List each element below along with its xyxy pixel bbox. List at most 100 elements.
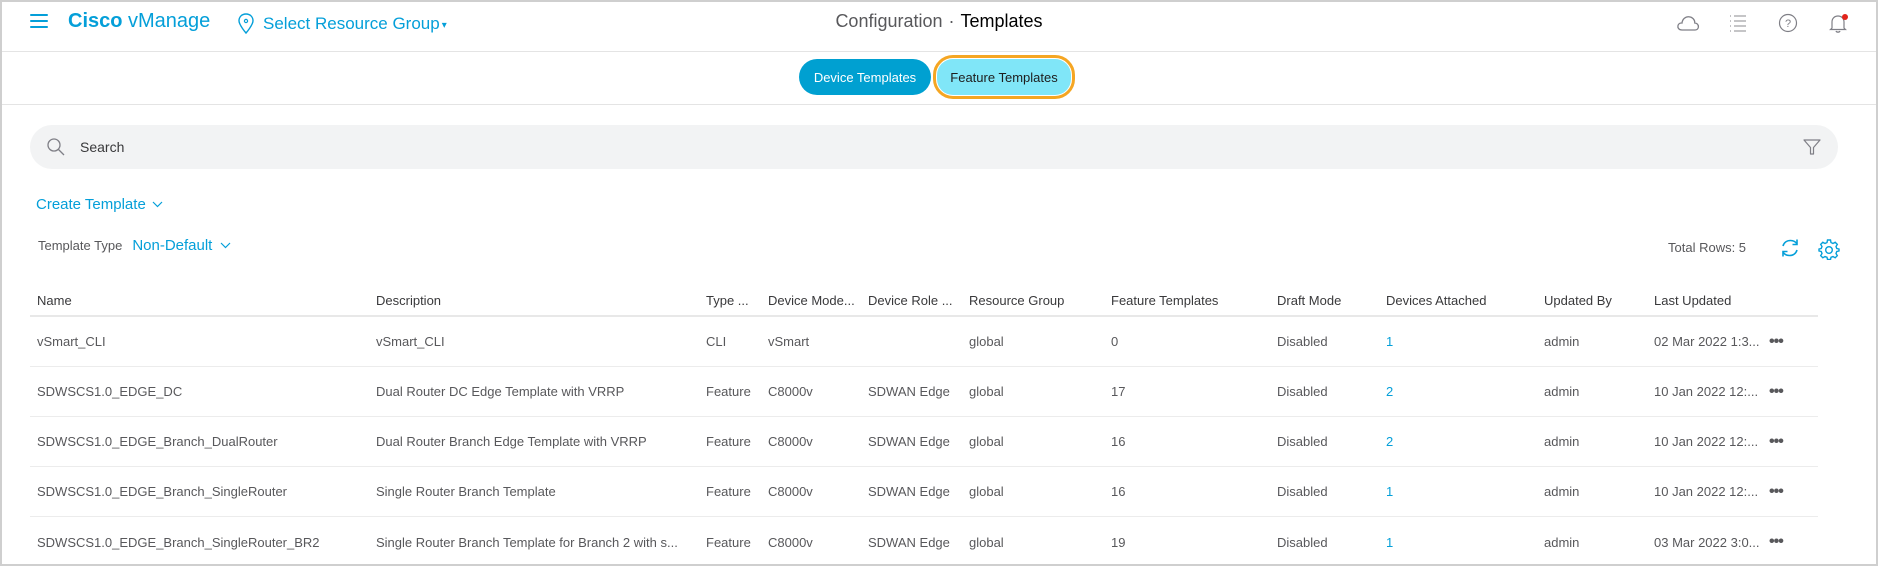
notification-dot: [1842, 14, 1848, 20]
top-header: Cisco vManage Select Resource Group ▾ Co…: [2, 2, 1876, 52]
devices-attached-link[interactable]: 2: [1379, 384, 1537, 399]
page-title: Templates: [960, 11, 1043, 31]
more-actions-icon[interactable]: •••: [1762, 533, 1792, 551]
header-icons: ?: [1676, 12, 1850, 34]
cell-last-updated: 10 Jan 2022 12:...: [1654, 434, 1759, 449]
help-icon[interactable]: ?: [1776, 12, 1800, 34]
cell-description: vSmart_CLI: [376, 334, 445, 349]
breadcrumb-separator: ·: [948, 11, 955, 31]
cell-updated-by: admin: [1544, 484, 1580, 499]
cell-draft-mode: Disabled: [1277, 384, 1328, 399]
templates-table: Name Description Type ... Device Mode...…: [30, 285, 1818, 566]
devices-attached-link[interactable]: 1: [1379, 535, 1537, 550]
column-header-feature-templates[interactable]: Feature Templates: [1104, 293, 1270, 308]
breadcrumb: Configuration · Templates: [2, 11, 1876, 32]
column-header-devices-attached[interactable]: Devices Attached: [1379, 293, 1537, 308]
cell-draft-mode: Disabled: [1277, 334, 1328, 349]
cell-updated-by: admin: [1544, 534, 1580, 550]
cell-last-updated: 03 Mar 2022 3:0...: [1654, 534, 1760, 550]
devices-attached-link[interactable]: 2: [1379, 434, 1537, 449]
cell-resource-group: global: [969, 534, 1004, 550]
more-actions-icon[interactable]: •••: [1762, 433, 1792, 451]
more-actions-icon[interactable]: •••: [1762, 333, 1792, 351]
cell-device-model: C8000v: [768, 434, 813, 449]
refresh-icon[interactable]: [1779, 237, 1801, 259]
cell-draft-mode: Disabled: [1277, 484, 1328, 499]
cell-updated-by: admin: [1544, 334, 1580, 349]
cell-resource-group: global: [969, 484, 1004, 499]
cell-feature-templates: 17: [1111, 384, 1126, 399]
cloud-icon[interactable]: [1676, 12, 1700, 34]
template-type-filter: Template Type Non-Default: [38, 237, 231, 254]
create-template-dropdown[interactable]: Create Template: [36, 196, 163, 213]
table-row[interactable]: SDWSCS1.0_EDGE_Branch_SingleRouter Singl…: [30, 467, 1818, 517]
column-header-draft-mode[interactable]: Draft Mode: [1270, 293, 1379, 308]
cell-type: Feature: [706, 484, 751, 499]
cell-feature-templates: 16: [1111, 484, 1126, 499]
tabs-bar: Device Templates Feature Templates: [2, 52, 1876, 105]
cell-name: SDWSCS1.0_EDGE_DC: [37, 384, 183, 399]
notification-bell-icon[interactable]: [1826, 12, 1850, 34]
cell-last-updated: 10 Jan 2022 12:...: [1654, 484, 1759, 499]
svg-text:?: ?: [1785, 18, 1791, 30]
cell-feature-templates: 16: [1111, 434, 1126, 449]
cell-device-model: C8000v: [768, 384, 813, 399]
template-type-select[interactable]: Non-Default: [132, 237, 231, 254]
task-list-icon[interactable]: [1726, 12, 1750, 34]
cell-description: Dual Router Branch Edge Template with VR…: [376, 434, 647, 449]
cell-last-updated: 10 Jan 2022 12:...: [1654, 384, 1759, 399]
search-input[interactable]: [80, 139, 1730, 155]
cell-type: Feature: [706, 434, 751, 449]
cell-name: SDWSCS1.0_EDGE_Branch_DualRouter: [37, 434, 278, 449]
more-actions-icon[interactable]: •••: [1762, 483, 1792, 501]
search-bar: [30, 125, 1838, 169]
table-row[interactable]: vSmart_CLI vSmart_CLI CLI vSmart global …: [30, 317, 1818, 367]
template-type-label: Template Type: [38, 238, 123, 253]
cell-type: CLI: [706, 334, 727, 349]
column-header-type[interactable]: Type ...: [699, 293, 761, 308]
cell-description: Single Router Branch Template for Branch…: [376, 534, 678, 550]
cell-last-updated: 02 Mar 2022 1:3...: [1654, 334, 1760, 349]
column-header-description[interactable]: Description: [369, 293, 699, 308]
cell-device-model: C8000v: [768, 534, 813, 550]
table-header: Name Description Type ... Device Mode...…: [30, 285, 1818, 317]
column-header-resource-group[interactable]: Resource Group: [962, 293, 1104, 308]
table-row[interactable]: SDWSCS1.0_EDGE_DC Dual Router DC Edge Te…: [30, 367, 1818, 417]
cell-description: Single Router Branch Template: [376, 484, 556, 499]
settings-gear-icon[interactable]: [1818, 238, 1840, 260]
cell-resource-group: global: [969, 384, 1004, 399]
cell-updated-by: admin: [1544, 384, 1580, 399]
breadcrumb-parent: Configuration: [835, 11, 943, 31]
template-tabs: Device Templates Feature Templates: [799, 55, 1075, 99]
cell-name: vSmart_CLI: [37, 334, 106, 349]
table-row[interactable]: SDWSCS1.0_EDGE_Branch_SingleRouter_BR2 S…: [30, 517, 1818, 566]
cell-device-role: SDWAN Edge: [868, 434, 950, 449]
search-icon: [47, 138, 65, 156]
tab-feature-templates[interactable]: Feature Templates: [933, 55, 1075, 99]
chevron-down-icon: [220, 242, 231, 249]
cell-type: Feature: [706, 534, 751, 550]
cell-type: Feature: [706, 384, 751, 399]
cell-device-model: C8000v: [768, 484, 813, 499]
cell-name: SDWSCS1.0_EDGE_Branch_SingleRouter: [37, 484, 288, 499]
cell-device-role: SDWAN Edge: [868, 384, 950, 399]
cell-device-role: SDWAN Edge: [868, 534, 950, 550]
cell-draft-mode: Disabled: [1277, 434, 1328, 449]
column-header-name[interactable]: Name: [30, 293, 369, 308]
cell-resource-group: global: [969, 434, 1004, 449]
tab-device-templates[interactable]: Device Templates: [799, 59, 931, 95]
cell-updated-by: admin: [1544, 434, 1580, 449]
column-header-updated-by[interactable]: Updated By: [1537, 293, 1647, 308]
cell-resource-group: global: [969, 334, 1004, 349]
cell-name: SDWSCS1.0_EDGE_Branch_SingleRouter_BR2: [37, 534, 320, 550]
column-header-last-updated[interactable]: Last Updated: [1647, 293, 1762, 308]
devices-attached-link[interactable]: 1: [1379, 334, 1537, 349]
column-header-device-model[interactable]: Device Mode...: [761, 293, 861, 308]
more-actions-icon[interactable]: •••: [1762, 383, 1792, 401]
devices-attached-link[interactable]: 1: [1379, 484, 1537, 499]
table-row[interactable]: SDWSCS1.0_EDGE_Branch_DualRouter Dual Ro…: [30, 417, 1818, 467]
filter-icon[interactable]: [1802, 137, 1822, 157]
template-type-value: Non-Default: [132, 237, 213, 254]
column-header-device-role[interactable]: Device Role ...: [861, 293, 962, 308]
total-rows: Total Rows: 5: [1668, 240, 1747, 255]
